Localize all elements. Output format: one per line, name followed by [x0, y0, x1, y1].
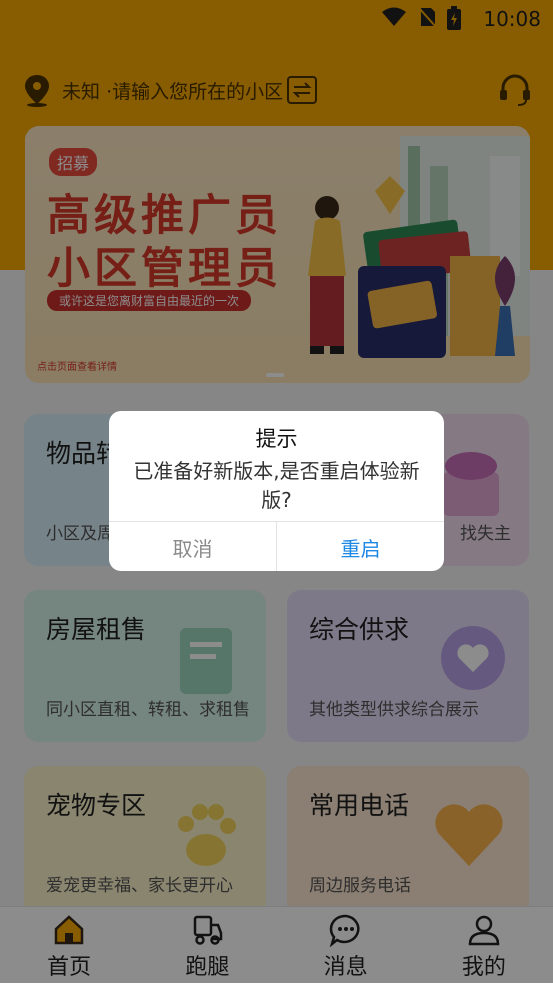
cancel-button[interactable]: 取消	[109, 522, 277, 571]
restart-button[interactable]: 重启	[277, 522, 444, 571]
dialog-title: 提示	[255, 427, 298, 451]
dialog-message: 已准备好新版本,是否重启体验新版?	[133, 459, 420, 512]
dialog-buttons: 取消 重启	[109, 521, 444, 571]
update-dialog: 提示 已准备好新版本,是否重启体验新版? 取消 重启	[109, 411, 444, 571]
